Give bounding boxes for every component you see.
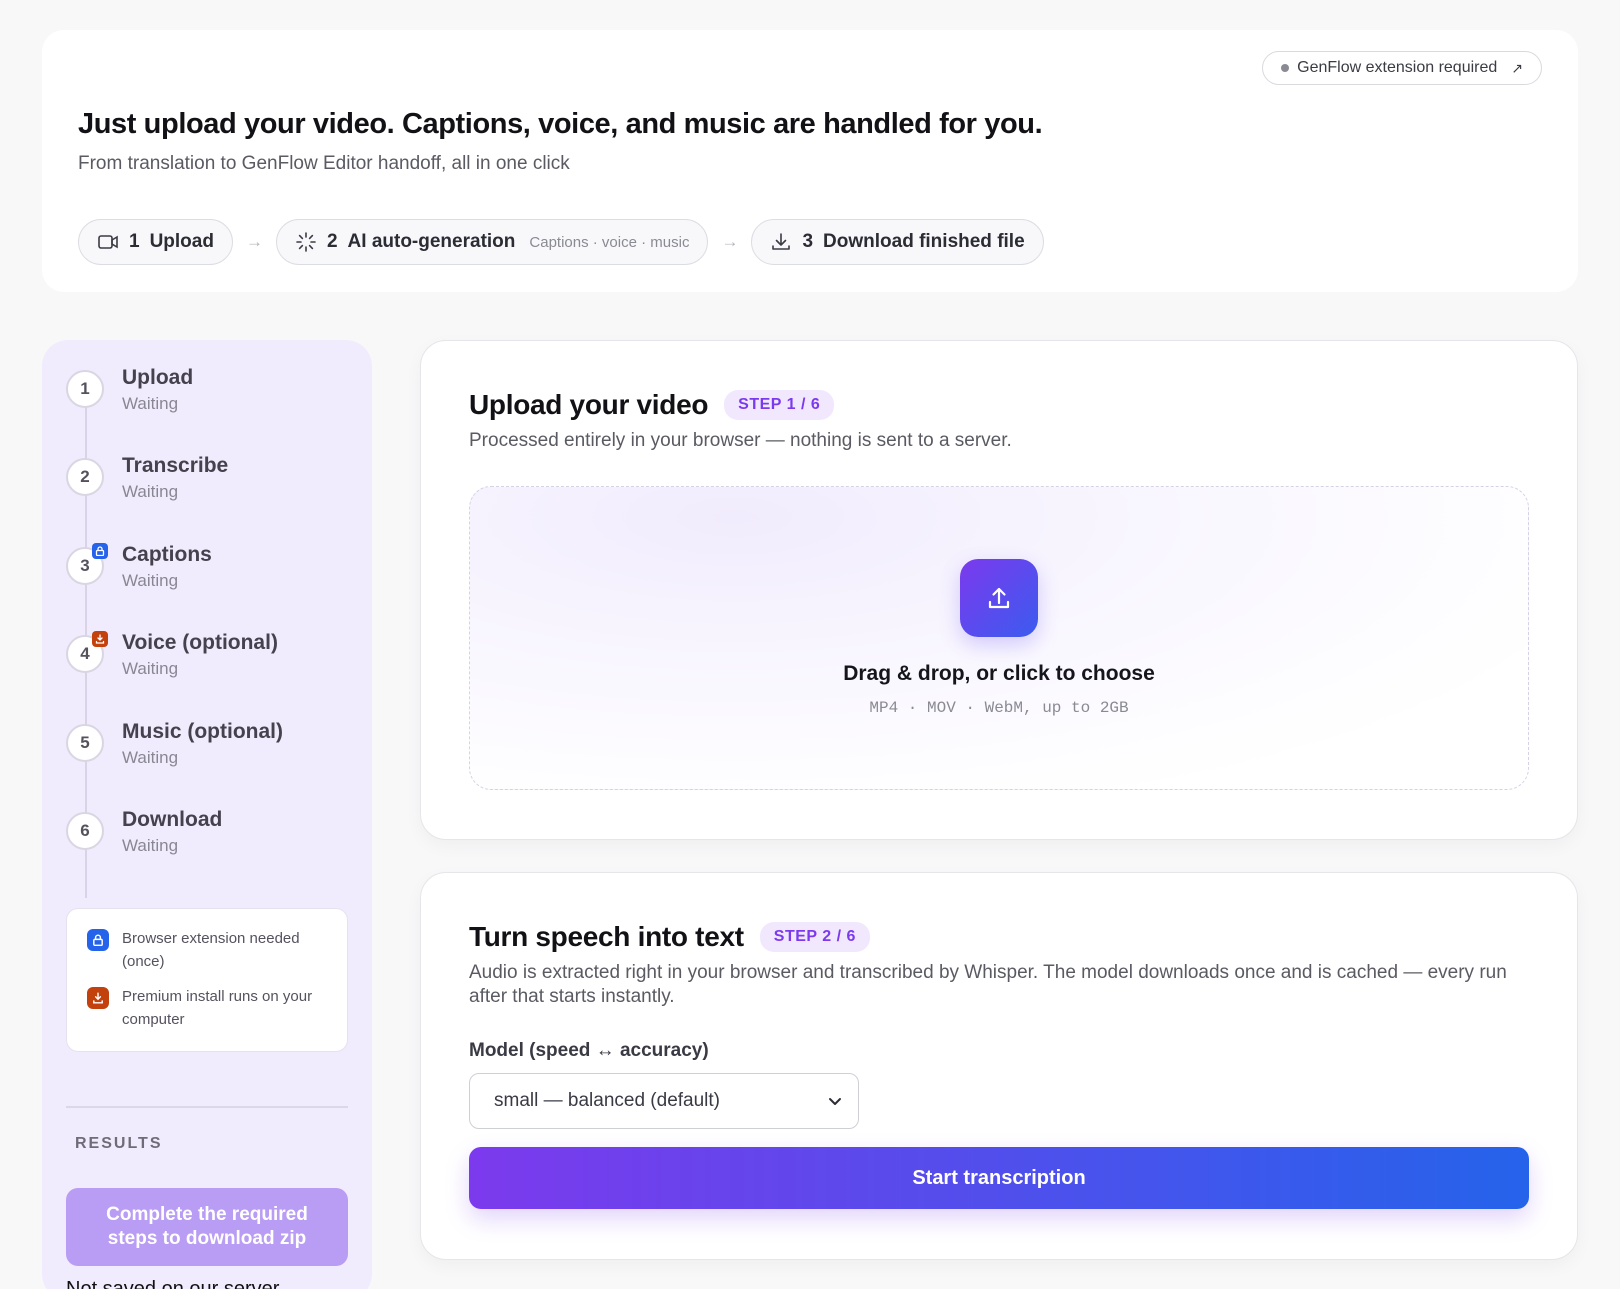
flow-chip-download: 3 Download finished file [751,219,1044,265]
spinner-icon [295,231,317,253]
step-number-circle: 6 [66,812,104,850]
flow-chip-label: Download finished file [823,231,1025,252]
sidebar-step-music[interactable]: 5 Music (optional) Waiting [66,720,283,768]
upload-card-header: Upload your video STEP 1 / 6 [469,389,835,421]
step-title: Download [122,808,223,831]
step-status: Waiting [122,394,179,413]
flow-chip-ai-generation: 2 AI auto-generation Captions · voice · … [275,219,709,265]
model-select-value: small — balanced (default) [494,1090,720,1111]
badge-legend: Browser extension needed (once) Premium … [66,908,348,1052]
step-number-circle: 3 [66,543,108,585]
download-icon [87,987,109,1009]
download-icon [770,231,792,253]
legend-text: Premium install runs on your computer [122,988,313,1028]
step-number-circle: 4 [66,631,108,673]
flow-chip-number: 1 [129,231,140,252]
step-title: Music (optional) [122,720,283,743]
dropzone-formats: MP4 · MOV · WebM, up to 2GB [869,699,1129,717]
sidebar-step-voice[interactable]: 4 Voice (optional) Waiting [66,631,278,679]
step-title: Voice (optional) [122,631,278,654]
step-title: Transcribe [122,454,229,477]
sidebar-step-transcribe[interactable]: 2 Transcribe Waiting [66,454,228,502]
step-number-circle: 5 [66,724,104,762]
legend-row-premium: Premium install runs on your computer [87,985,327,1031]
flow-chip-upload: 1 Upload [78,219,233,265]
transcribe-card: Turn speech into text STEP 2 / 6 Audio i… [420,872,1578,1260]
card-description: Audio is extracted right in your browser… [469,962,1507,1007]
workflow-overview: 1 Upload → 2 AI auto-generation Captions… [78,219,1044,265]
upload-card: Upload your video STEP 1 / 6 Processed e… [420,340,1578,840]
step-title: Captions [122,543,212,566]
download-icon [92,631,108,647]
step-status: Waiting [122,836,179,855]
extension-required-label: GenFlow extension required [1297,59,1498,76]
step-status: Waiting [122,659,179,678]
privacy-note: Not saved on our server [66,1278,280,1289]
results-heading: RESULTS [75,1135,163,1152]
hero-title: Just upload your video. Captions, voice,… [78,108,1043,140]
card-description: Processed entirely in your browser — not… [469,430,1012,451]
sidebar-step-upload[interactable]: 1 Upload Waiting [66,366,193,414]
legend-text: Browser extension needed (once) [122,930,300,970]
video-camera-icon [97,231,119,253]
chevron-down-icon [826,1092,844,1116]
arrow-right-icon: → [721,232,739,251]
flow-chip-label: AI auto-generation [347,231,516,252]
step-number-circle: 1 [66,370,104,408]
step-badge: STEP 1 / 6 [724,390,835,420]
legend-row-extension: Browser extension needed (once) [87,927,327,973]
transcribe-card-header: Turn speech into text STEP 2 / 6 [469,921,870,953]
step-status: Waiting [122,748,179,767]
dropzone-title: Drag & drop, or click to choose [843,662,1155,685]
upload-button[interactable] [960,559,1038,637]
lock-icon [92,543,108,559]
external-link-icon: ↗ [1511,59,1523,76]
card-title: Turn speech into text [469,921,744,952]
upload-icon [988,587,1010,609]
flow-chip-number: 3 [802,231,814,252]
start-transcription-button[interactable]: Start transcription [469,1147,1529,1209]
step-status: Waiting [122,571,179,590]
card-title: Upload your video [469,389,709,420]
sidebar-step-download[interactable]: 6 Download Waiting [66,808,222,856]
sidebar-step-captions[interactable]: 3 Captions Waiting [66,543,212,591]
step-title: Upload [122,366,194,389]
arrow-right-icon: → [245,232,263,251]
model-select[interactable]: small — balanced (default) [469,1073,859,1129]
progress-sidebar: 1 Upload Waiting 2 Transcribe Waiting 3 … [42,340,372,1289]
hero-subtitle: From translation to GenFlow Editor hando… [78,153,570,174]
sidebar-divider [66,1106,348,1108]
step-status: Waiting [122,482,179,501]
status-dot-icon [1281,64,1290,72]
model-label: Model (speed ↔ accuracy) [469,1040,709,1061]
video-dropzone[interactable]: Drag & drop, or click to choose MP4 · MO… [469,486,1529,790]
flow-chip-number: 2 [326,231,338,252]
flow-chip-detail: Captions · voice · music [529,233,690,251]
extension-required-pill[interactable]: GenFlow extension required ↗ [1262,51,1542,85]
flow-chip-label: Upload [149,231,214,252]
hero-panel: GenFlow extension required ↗ Just upload… [42,30,1578,292]
lock-icon [87,929,109,951]
download-zip-button[interactable]: Complete the required steps to download … [66,1188,348,1266]
step-number-circle: 2 [66,458,104,496]
step-badge: STEP 2 / 6 [759,922,870,952]
